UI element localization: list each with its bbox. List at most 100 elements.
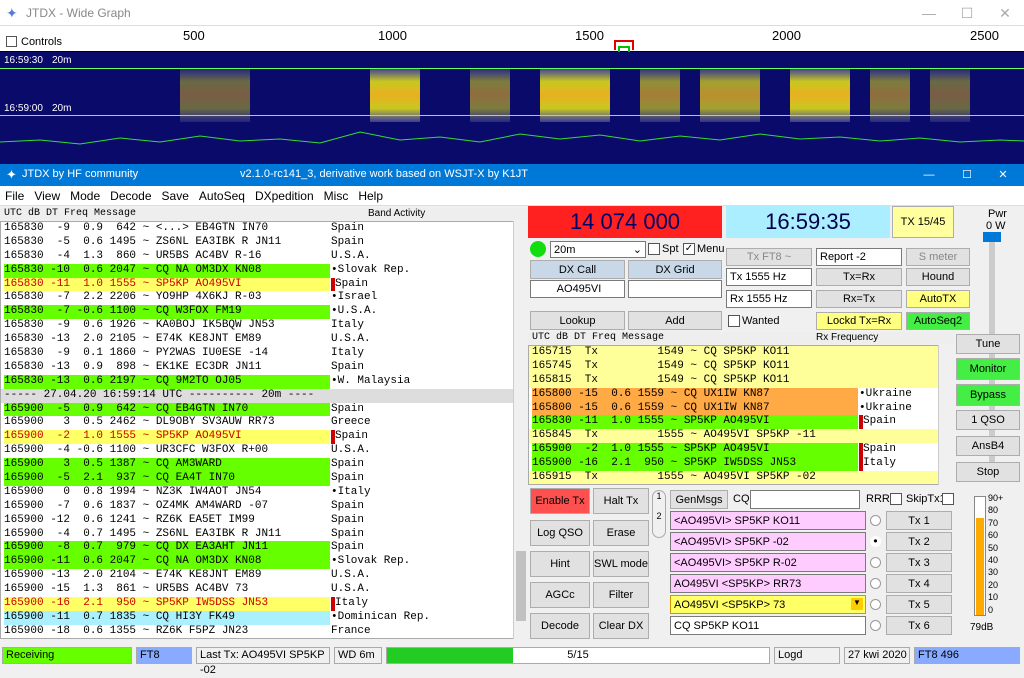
menu-view[interactable]: View	[29, 186, 65, 206]
message-row[interactable]: 165800 -15 0.6 1559 ~ CQ UX1IW KN87 •Ukra…	[529, 387, 953, 402]
message-row[interactable]: 165900 -4 0.7 1495 ~ ZS6NL EA3IBK R JN11…	[1, 527, 527, 542]
controls-checkbox[interactable]	[6, 36, 17, 47]
message-row[interactable]: 165830 -4 1.3 860 ~ UR5BS AC4BV R-16 U.S.…	[1, 249, 527, 264]
add-button[interactable]: Add	[628, 311, 722, 330]
tune-button[interactable]: Tune	[956, 334, 1020, 354]
ansb4-button[interactable]: AnsB4	[956, 436, 1020, 456]
tx5-radio[interactable]	[870, 599, 881, 610]
tx4-button[interactable]: Tx 4	[886, 574, 952, 593]
tx1-message[interactable]: <AO495VI> SP5KP KO11	[670, 511, 866, 530]
message-row[interactable]: 165915 Tx 1555 ~ AO495VI SP5KP -02	[529, 471, 953, 484]
message-row[interactable]: 165900 -13 2.0 2104 ~ E74K KE8JNT EM89 U.…	[1, 569, 527, 584]
message-row[interactable]: 165830 -11 1.0 1555 ~ SP5KP AO495VI Spain	[1, 277, 527, 292]
tx6-radio[interactable]	[870, 620, 881, 631]
stop-button[interactable]: Stop	[956, 462, 1020, 482]
tx3-radio[interactable]	[870, 557, 881, 568]
menu-autoseq[interactable]: AutoSeq	[194, 186, 250, 206]
message-row[interactable]: 165800 -15 0.6 1559 ~ CQ UX1IW KN87 •Ukra…	[529, 401, 953, 416]
menu-misc[interactable]: Misc	[319, 186, 354, 206]
tx2-button[interactable]: Tx 2	[886, 532, 952, 551]
menu-checkbox[interactable]: ✓	[683, 243, 695, 255]
message-row[interactable]: 165830 -9 0.6 1926 ~ KA0BOJ IK5BQW JN53 I…	[1, 319, 527, 334]
message-row[interactable]: 165830 -10 0.6 2047 ~ CQ NA OM3DX KN08 •S…	[1, 263, 527, 278]
rx-eq-tx-button[interactable]: Rx=Tx	[816, 290, 902, 308]
message-row[interactable]: 165830 -7 2.2 2206 ~ YO9HP 4X6KJ R-03 •Is…	[1, 291, 527, 306]
rrr-checkbox[interactable]	[890, 493, 902, 505]
message-row[interactable]: 165830 -13 0.9 898 ~ EK1KE EC3DR JN11 Spa…	[1, 360, 527, 375]
smeter-button[interactable]: S meter	[906, 248, 970, 266]
tx3-button[interactable]: Tx 3	[886, 553, 952, 572]
tx-slot-button[interactable]: TX 15/45	[892, 206, 954, 238]
clear-dx-button[interactable]: Clear DX	[593, 613, 649, 639]
swl-mode-button[interactable]: SWL mode	[593, 551, 649, 577]
menu-dxpedition[interactable]: DXpedition	[250, 186, 319, 206]
tx4-message[interactable]: AO495VI <SP5KP> RR73	[670, 574, 866, 593]
tx5-message[interactable]: AO495VI <SP5KP> 73 ▼	[670, 595, 866, 614]
tx3-message[interactable]: <AO495VI> SP5KP R-02	[670, 553, 866, 572]
message-row[interactable]: 165900 -12 0.6 1241 ~ RZ6K EA5ET IM99 Spa…	[1, 513, 527, 528]
wanted-checkbox[interactable]	[728, 315, 740, 327]
tx2-radio-selected[interactable]: •	[870, 535, 881, 547]
halt-tx-button[interactable]: Halt Tx	[593, 488, 649, 514]
message-row[interactable]: 165715 Tx 1549 ~ CQ SP5KP KO11	[529, 346, 953, 360]
message-row[interactable]: 165830 -9 0.1 1860 ~ PY2WAS IU0ESE -14 It…	[1, 347, 527, 361]
message-row[interactable]: 165900 -5 0.9 642 ~ CQ EB4GTN IN70 Spain	[1, 402, 527, 417]
main-close-icon[interactable]: ✕	[982, 164, 1024, 186]
message-row[interactable]: 165830 -7 -0.6 1100 ~ CQ W3FOX FM19 •U.S.…	[1, 305, 527, 320]
tx-mode-button[interactable]: Tx FT8 ~	[726, 248, 812, 266]
message-row[interactable]: 165815 Tx 1549 ~ CQ SP5KP KO11	[529, 373, 953, 388]
band-activity-list[interactable]: 165830 -9 0.9 642 ~ <...> EB4GTN IN70 Spa…	[0, 221, 528, 639]
decode-button[interactable]: Decode	[530, 613, 590, 639]
filter-button[interactable]: Filter	[593, 582, 649, 608]
log-qso-button[interactable]: Log QSO	[530, 520, 590, 546]
tx6-message[interactable]: CQ SP5KP KO11	[670, 616, 866, 635]
band-activity-scrollbar[interactable]	[513, 221, 528, 639]
tx4-radio[interactable]	[870, 578, 881, 589]
tx-eq-rx-button[interactable]: Tx=Rx	[816, 268, 902, 286]
hint-button[interactable]: Hint	[530, 551, 590, 577]
tx6-button[interactable]: Tx 6	[886, 616, 952, 635]
tx2-message[interactable]: <AO495VI> SP5KP -02	[670, 532, 866, 551]
message-row[interactable]: 165900 -16 2.1 950 ~ SP5KP IW5DSS JN53 It…	[1, 597, 527, 611]
tx-freq-spinner[interactable]: Tx 1555 Hz	[726, 268, 812, 286]
autoseq2-button[interactable]: AutoSeq2	[906, 312, 970, 330]
message-row[interactable]: 165830 -13 0.6 2197 ~ CQ 9M2TO OJ05 •W. M…	[1, 374, 527, 389]
message-row[interactable]: 165830 -13 2.0 2105 ~ E74K KE8JNT EM89 U.…	[1, 333, 527, 348]
message-row[interactable]: 165900 -4 -0.6 1100 ~ UR3CFC W3FOX R+00 U…	[1, 444, 527, 459]
tx5-button[interactable]: Tx 5	[886, 595, 952, 614]
cq-input[interactable]	[750, 490, 860, 509]
menu-save[interactable]: Save	[157, 186, 194, 206]
spt-checkbox[interactable]	[648, 243, 660, 255]
message-row[interactable]: ----- 27.04.20 16:59:14 UTC ---------- 2…	[1, 388, 527, 403]
tab-1-2[interactable]: 12	[652, 490, 666, 538]
erase-button[interactable]: Erase	[593, 520, 649, 546]
message-row[interactable]: 165830 -11 1.0 1555 ~ SP5KP AO495VI Spain	[529, 415, 953, 430]
message-row[interactable]: 165830 -9 0.9 642 ~ <...> EB4GTN IN70 Spa…	[1, 222, 527, 236]
skiptx1-checkbox[interactable]	[942, 493, 954, 505]
message-row[interactable]: 165900 -8 0.7 979 ~ CQ DX EA3AHT JN11 Spa…	[1, 541, 527, 556]
one-qso-button[interactable]: 1 QSO	[956, 410, 1020, 430]
agcc-button[interactable]: AGCc	[530, 582, 590, 608]
autotx-button[interactable]: AutoTX	[906, 290, 970, 308]
bypass-button[interactable]: Bypass	[956, 384, 1020, 406]
genmsgs-button[interactable]: GenMsgs	[670, 490, 728, 509]
message-row[interactable]: 165830 -5 0.6 1495 ~ ZS6NL EA3IBK R JN11…	[1, 235, 527, 250]
message-row[interactable]: 165845 Tx 1555 ~ AO495VI SP5KP -11	[529, 429, 953, 444]
rx-freq-spinner[interactable]: Rx 1555 Hz	[726, 290, 812, 308]
rx-scrollbar[interactable]	[938, 345, 954, 485]
monitor-button[interactable]: Monitor	[956, 358, 1020, 380]
power-slider-thumb[interactable]	[983, 232, 1001, 242]
message-row[interactable]: 165900 -11 0.7 1835 ~ CQ HI3Y FK49 •Domin…	[1, 610, 527, 625]
message-row[interactable]: 165900 3 0.5 2462 ~ DL9OBY SV3AUW RR73 Gr…	[1, 416, 527, 431]
menu-help[interactable]: Help	[353, 186, 388, 206]
report-spinner[interactable]: Report -2	[816, 248, 902, 266]
dx-grid-input[interactable]	[628, 280, 722, 298]
lockd-button[interactable]: Lockd Tx=Rx	[816, 312, 902, 330]
message-row[interactable]: 165900 -15 1.3 861 ~ UR5BS AC4BV 73 U.S.A…	[1, 583, 527, 598]
scroll-thumb[interactable]	[516, 551, 526, 621]
message-row[interactable]: 165900 -5 2.1 937 ~ CQ EA4T IN70 Spain	[1, 472, 527, 486]
close-icon[interactable]: ✕	[982, 2, 1024, 24]
message-row[interactable]: 165900 3 0.5 1387 ~ CQ AM3WARD Spain	[1, 458, 527, 473]
message-row[interactable]: 165900 -2 1.0 1555 ~ SP5KP AO495VI Spain	[1, 430, 527, 445]
enable-tx-button[interactable]: Enable Tx	[530, 488, 590, 514]
